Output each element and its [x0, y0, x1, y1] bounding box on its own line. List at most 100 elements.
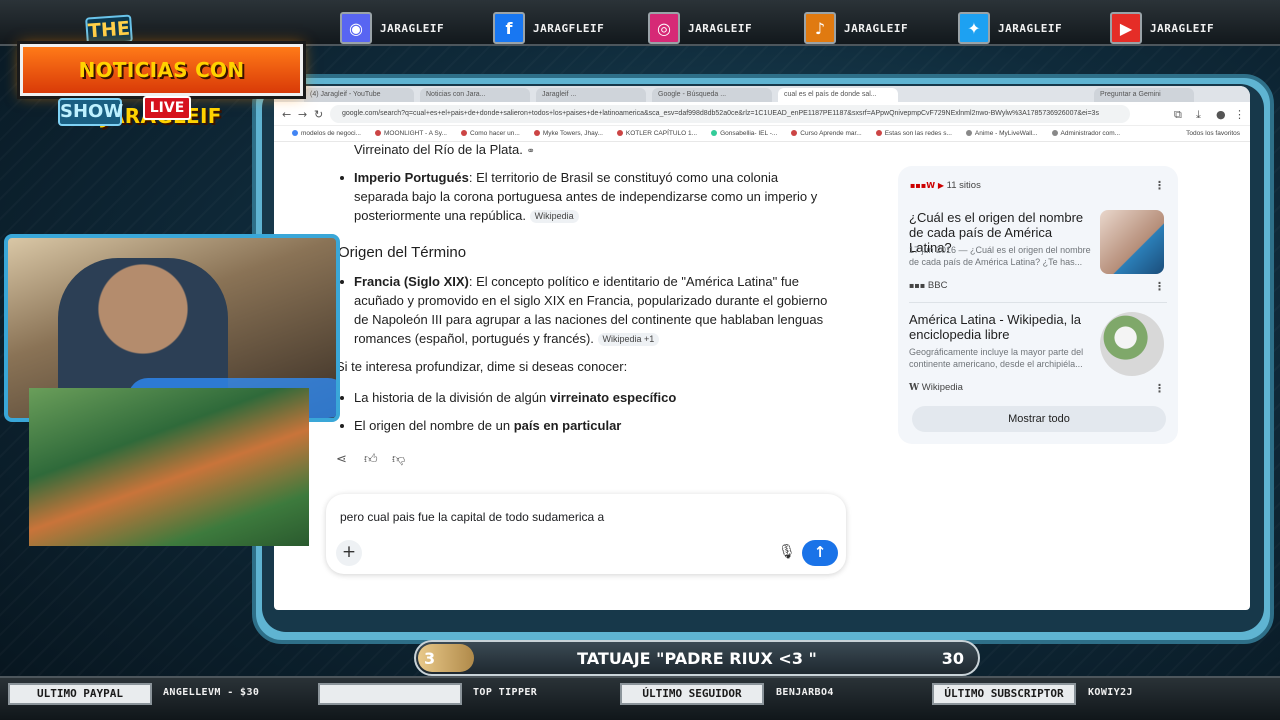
browser-tab[interactable]: Noticias con Jara... [420, 88, 530, 102]
source-chip[interactable]: Wikipedia [529, 210, 579, 224]
tipper-value: TOP TIPPER [473, 687, 538, 698]
browser-tab[interactable]: Preguntar a Gemini [1094, 88, 1194, 102]
bookmark-item[interactable]: modelos de negoci... [292, 130, 361, 137]
more-icon[interactable]: ⋮ [1154, 382, 1165, 395]
video-overlay-image [29, 388, 309, 546]
sources-favicon-icons: ▪▪▪W ▶ [910, 181, 945, 190]
thumbs-up-icon[interactable]: 👍︎ [364, 452, 378, 467]
bookmark-item[interactable]: Estas son las redes s... [875, 130, 952, 137]
more-icon[interactable]: ⋮ [1154, 179, 1165, 192]
browser-tab[interactable]: (4) Jaragleif - YouTube [304, 88, 414, 102]
address-bar[interactable]: google.com/search?q=cual+es+el+pais+de+d… [330, 105, 1130, 123]
follower-value: BENJARBO4 [776, 687, 834, 698]
social-handle: JARAGLEIF [998, 21, 1063, 35]
browser-window: (4) Jaragleif - YouTube Noticias con Jar… [274, 86, 1250, 610]
bookmark-item[interactable]: MOONLIGHT - A Sy... [374, 130, 447, 137]
logo-title: NOTICIAS CON JARAGLEIF [20, 44, 303, 128]
bookmark-icon [292, 130, 298, 137]
divider [909, 302, 1167, 303]
back-icon[interactable]: ← [282, 108, 291, 121]
facebook-icon: f [493, 12, 525, 44]
subscriber-value: KOWIY2J [1088, 687, 1133, 698]
add-button[interactable]: + [336, 540, 362, 566]
browser-tab-active[interactable]: cual es el país de donde sal... [778, 88, 898, 102]
paypal-label: ULTIMO PAYPAL [8, 683, 152, 705]
source-thumbnail[interactable] [1100, 210, 1164, 274]
followup-intro: Si te interesa profundizar, dime si dese… [336, 359, 628, 374]
bookmark-icon [533, 130, 540, 137]
source-snippet: Geográficamente incluye la mayor parte d… [909, 347, 1084, 369]
link-icon[interactable]: ⚭ [527, 146, 535, 157]
sources-header: ▪▪▪W ▶ 11 sitios [910, 180, 981, 191]
show-all-button[interactable]: Mostrar todo [912, 406, 1166, 432]
bottom-bar: ULTIMO PAYPAL ANGELLEVM - $30 TOP TIPPER… [0, 676, 1280, 720]
youtube-icon: ▶ [1110, 12, 1142, 44]
wikipedia-icon: W [909, 383, 920, 393]
bookmark-item[interactable]: Curso Aprende mar... [791, 130, 862, 137]
option-text: La historia de la división de algún [354, 390, 550, 405]
more-icon[interactable]: ⋮ [1154, 280, 1165, 293]
social-handle: JARAGLEIF [1150, 21, 1215, 35]
bookmark-item[interactable]: KOTLER CAPÍTULO 1... [616, 130, 697, 137]
social-handle: JARAGFLEIF [533, 21, 605, 35]
microphone-icon[interactable]: 🎙︎ [778, 544, 796, 560]
thumbs-down-icon[interactable]: 👎︎ [392, 452, 405, 467]
source-site: W Wikipedia [909, 382, 963, 393]
subscriber-label: ÚLTIMO SUBSCRIPTOR [932, 683, 1076, 705]
tipper-label [318, 683, 462, 705]
twitter-icon: ✦ [958, 12, 990, 44]
bookmark-icon [711, 130, 718, 137]
download-icon[interactable]: ⤓ [1196, 108, 1201, 122]
source-title[interactable]: América Latina - Wikipedia, la enciclope… [909, 312, 1084, 342]
tab-strip: (4) Jaragleif - YouTube Noticias con Jar… [274, 86, 1250, 102]
browser-tab[interactable]: Jaragleif ... [536, 88, 646, 102]
profile-icon[interactable]: ● [1216, 108, 1226, 121]
browser-tab[interactable]: Google - Búsqueda ... [652, 88, 772, 102]
social-discord: ◉ JARAGLEIF [340, 12, 444, 44]
goal-bar: 3 TATUAJE "PADRE RIUX <3 " 30 [414, 640, 980, 676]
bullet-imperio: Imperio Portugués: El territorio de Bras… [340, 168, 834, 225]
discord-icon: ◉ [340, 12, 372, 44]
social-bar: ◉ JARAGLEIF f JARAGFLEIF ◎ JARAGLEIF ♪ J… [0, 0, 1280, 46]
logo-show: SHOW [58, 98, 123, 126]
social-twitter: ✦ JARAGLEIF [958, 12, 1062, 44]
address-row: ← → ↻ google.com/search?q=cual+es+el+pai… [274, 102, 1250, 126]
social-handle: JARAGLEIF [380, 21, 445, 35]
reload-icon[interactable]: ↻ [314, 108, 323, 121]
send-button[interactable]: ↑ [802, 540, 838, 566]
menu-icon[interactable]: ⋮ [1234, 108, 1245, 121]
bookmark-item[interactable]: Gonsabellia- IEL -... [711, 130, 777, 137]
option-bold: virreinato específico [549, 390, 677, 405]
prompt-input[interactable]: pero cual pais fue la capital de todo su… [340, 510, 604, 524]
source-snippet: 17 jun 2016 — ¿Cuál es el origen del nom… [909, 245, 1091, 267]
social-youtube: ▶ JARAGLEIF [1110, 12, 1214, 44]
followup-option: El origen del nombre de un país en parti… [339, 416, 621, 435]
all-bookmarks[interactable]: Todos los favoritos [1186, 130, 1240, 137]
answer-text: Virreinato del Río de la Plata. [354, 142, 523, 157]
globe-thumbnail[interactable] [1100, 312, 1164, 376]
live-badge: LIVE [143, 96, 191, 120]
bookmark-item[interactable]: Como hacer un... [460, 130, 520, 137]
social-tiktok: ♪ JARAGLEIF [804, 12, 908, 44]
sources-panel: ▪▪▪W ▶ 11 sitios ⋮ ¿Cuál es el origen de… [898, 166, 1178, 444]
paypal-value: ANGELLEVM - $30 [163, 687, 260, 698]
share-icon[interactable]: ⋖ [336, 452, 347, 467]
section-heading: Origen del Término [338, 244, 467, 261]
bookmark-item[interactable]: Myke Towers, Jhay... [533, 130, 603, 137]
bookmark-item[interactable]: Anime - MyLiveWall... [965, 130, 1038, 137]
bookmark-icon [460, 130, 467, 137]
social-instagram: ◎ JARAGLEIF [648, 12, 752, 44]
extensions-icon[interactable]: ⧉ [1174, 108, 1182, 122]
social-facebook: f JARAGFLEIF [493, 12, 604, 44]
bookmark-item[interactable]: Administrador com... [1051, 130, 1120, 137]
francia-bold: Francia (Siglo XIX) [354, 274, 469, 289]
logo-the: THE [85, 14, 133, 46]
goal-title: TATUAJE "PADRE RIUX <3 " [577, 649, 817, 668]
bookmark-icon [374, 130, 381, 137]
forward-icon[interactable]: → [298, 108, 307, 121]
source-chip[interactable]: Wikipedia +1 [597, 333, 660, 347]
bbc-icon: ▪▪▪ [909, 281, 926, 290]
follower-label: ÚLTIMO SEGUIDOR [620, 683, 764, 705]
answer-line-top: Virreinato del Río de la Plata. ⚭ [354, 140, 535, 159]
social-handle: JARAGLEIF [844, 21, 909, 35]
